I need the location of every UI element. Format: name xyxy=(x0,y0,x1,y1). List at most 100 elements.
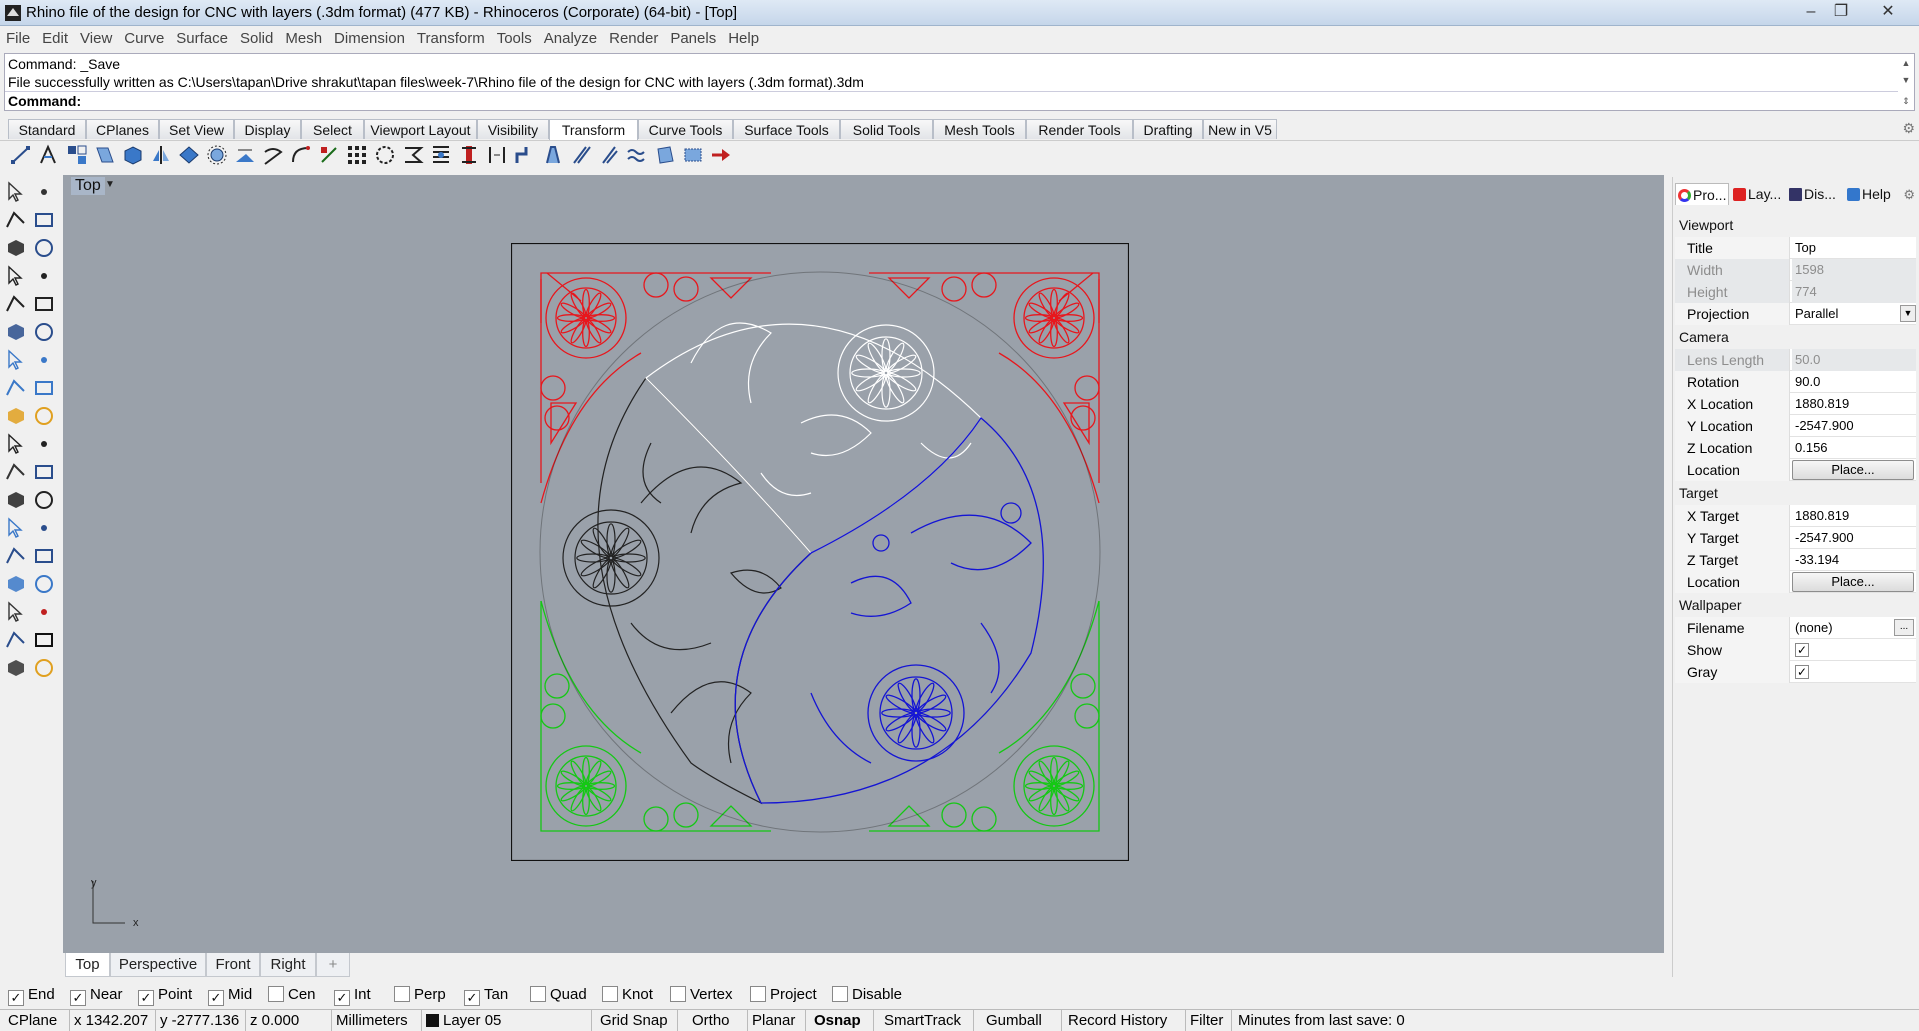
osnap-int[interactable]: ✓ Int xyxy=(334,985,371,1006)
tab-solid-tools[interactable]: Solid Tools xyxy=(840,119,933,139)
dimension-icon[interactable] xyxy=(32,516,56,540)
status-smarttrack[interactable]: SmartTrack xyxy=(880,1010,974,1031)
status-layer[interactable]: Layer 05 xyxy=(422,1010,592,1031)
rectangle-icon[interactable] xyxy=(32,264,56,288)
tab-transform[interactable]: Transform xyxy=(549,119,638,140)
osnap-int-checkbox[interactable]: ✓ xyxy=(334,990,350,1006)
cylinder-icon[interactable] xyxy=(4,376,28,400)
panel-settings-gear-icon[interactable]: ⚙ xyxy=(1903,187,1915,203)
prop-z-location-value[interactable]: 0.156 xyxy=(1792,437,1916,459)
flow-icon[interactable] xyxy=(542,144,564,166)
osnap-cen-checkbox[interactable] xyxy=(268,986,284,1002)
select-arrow-icon[interactable] xyxy=(4,180,28,204)
move-tool-icon[interactable] xyxy=(32,544,56,568)
menu-transform[interactable]: Transform xyxy=(411,27,491,51)
tab-set-view[interactable]: Set View xyxy=(159,119,234,139)
osnap-knot[interactable]: Knot xyxy=(602,985,653,1005)
tab-curve-tools[interactable]: Curve Tools xyxy=(638,119,733,139)
circle-icon[interactable] xyxy=(4,236,28,260)
render-icon[interactable] xyxy=(32,572,56,596)
viewport-menu-chevron-down-icon[interactable]: ▼ xyxy=(105,179,115,190)
osnap-project[interactable]: Project xyxy=(750,985,817,1005)
array-polar-icon[interactable] xyxy=(206,144,228,166)
prop-z-target-value[interactable]: -33.194 xyxy=(1792,549,1916,571)
osnap-perp[interactable]: Perp xyxy=(394,985,446,1005)
osnap-end-checkbox[interactable]: ✓ xyxy=(8,990,24,1006)
history-scroll-down-icon[interactable]: ▼ xyxy=(1898,71,1914,89)
rotate-icon[interactable] xyxy=(66,144,88,166)
box-icon[interactable] xyxy=(122,144,144,166)
status-gumball[interactable]: Gumball xyxy=(982,1010,1062,1031)
menu-panels[interactable]: Panels xyxy=(664,27,722,51)
tab-visibility[interactable]: Visibility xyxy=(477,119,549,139)
grid-icon[interactable] xyxy=(4,600,28,624)
polyline-icon[interactable] xyxy=(4,208,28,232)
menu-analyze[interactable]: Analyze xyxy=(538,27,603,51)
join-icon[interactable] xyxy=(32,432,56,456)
prop-rotation-value[interactable]: 90.0 xyxy=(1792,371,1916,393)
camera-place-button[interactable]: Place... xyxy=(1792,460,1914,480)
status-filter[interactable]: Filter xyxy=(1186,1010,1232,1031)
tab-viewport-layout[interactable]: Viewport Layout xyxy=(364,119,477,139)
osnap-near-checkbox[interactable]: ✓ xyxy=(70,990,86,1006)
point-icon[interactable] xyxy=(32,180,56,204)
osnap-cen[interactable]: Cen xyxy=(268,985,316,1005)
viewport-tab-perspective[interactable]: Perspective xyxy=(110,953,206,977)
menu-solid[interactable]: Solid xyxy=(234,27,279,51)
offset-icon[interactable] xyxy=(4,488,28,512)
arc-icon[interactable] xyxy=(4,264,28,288)
array-icon[interactable] xyxy=(346,144,368,166)
align-icon[interactable] xyxy=(458,144,480,166)
light-icon[interactable] xyxy=(32,656,56,680)
tab-cplanes[interactable]: CPlanes xyxy=(86,119,159,139)
osnap-disable[interactable]: Disable xyxy=(832,985,902,1005)
osnap-tan[interactable]: ✓ Tan xyxy=(464,985,508,1006)
maelstrom-icon[interactable] xyxy=(654,144,676,166)
prop-x-target-value[interactable]: 1880.819 xyxy=(1792,505,1916,527)
prop-y-location-value[interactable]: -2547.900 xyxy=(1792,415,1916,437)
osnap-vertex[interactable]: Vertex xyxy=(670,985,733,1005)
close-button[interactable]: ✕ xyxy=(1863,1,1913,23)
osnap-perp-checkbox[interactable] xyxy=(394,986,410,1002)
surface-pt-icon[interactable] xyxy=(4,320,28,344)
tab-drafting[interactable]: Drafting xyxy=(1133,119,1203,139)
prompt-spin-icon[interactable]: ⇕ xyxy=(1898,92,1914,110)
check-icon[interactable] xyxy=(32,628,56,652)
plane-srf-icon[interactable] xyxy=(32,376,56,400)
mesh-icon[interactable] xyxy=(4,572,28,596)
polygon-icon[interactable] xyxy=(4,292,28,316)
osnap-quad-checkbox[interactable] xyxy=(530,986,546,1002)
menu-edit[interactable]: Edit xyxy=(36,27,74,51)
osnap-near[interactable]: ✓ Near xyxy=(70,985,123,1006)
toolbar-settings-gear-icon[interactable]: ⚙ xyxy=(1902,120,1915,137)
tab-surface-tools[interactable]: Surface Tools xyxy=(733,119,840,139)
prop-title-value[interactable]: Top xyxy=(1792,237,1916,259)
osnap-end[interactable]: ✓ End xyxy=(8,985,55,1006)
trim-icon[interactable] xyxy=(32,404,56,428)
menu-render[interactable]: Render xyxy=(603,27,664,51)
remap-icon[interactable] xyxy=(710,144,732,166)
history-icon[interactable] xyxy=(32,600,56,624)
array-grid-icon[interactable] xyxy=(4,544,28,568)
osnap-tan-checkbox[interactable]: ✓ xyxy=(464,990,480,1006)
scale-icon[interactable] xyxy=(94,144,116,166)
set-pt-icon[interactable] xyxy=(486,144,508,166)
osnap-mid[interactable]: ✓ Mid xyxy=(208,985,252,1006)
menu-view[interactable]: View xyxy=(74,27,118,51)
menu-dimension[interactable]: Dimension xyxy=(328,27,411,51)
box-solid-icon[interactable] xyxy=(4,348,28,372)
projection-select[interactable]: Parallel ▼ xyxy=(1792,303,1916,325)
panel-tab-layers[interactable]: Lay... xyxy=(1731,183,1785,205)
show-checkbox[interactable]: ✓ xyxy=(1795,643,1809,657)
status-cplane[interactable]: CPlane xyxy=(4,1010,70,1031)
viewport-tab-right[interactable]: Right xyxy=(260,953,316,977)
fillet-edge-icon[interactable] xyxy=(32,488,56,512)
sphere-icon[interactable] xyxy=(4,460,28,484)
analyze-icon[interactable] xyxy=(4,656,28,680)
status-ortho[interactable]: Ortho xyxy=(688,1010,748,1031)
move-icon[interactable] xyxy=(10,144,32,166)
smash-icon[interactable] xyxy=(598,144,620,166)
tab-display[interactable]: Display xyxy=(234,119,301,139)
osnap-mid-checkbox[interactable]: ✓ xyxy=(208,990,224,1006)
cnc-design-drawing[interactable] xyxy=(511,243,1129,861)
